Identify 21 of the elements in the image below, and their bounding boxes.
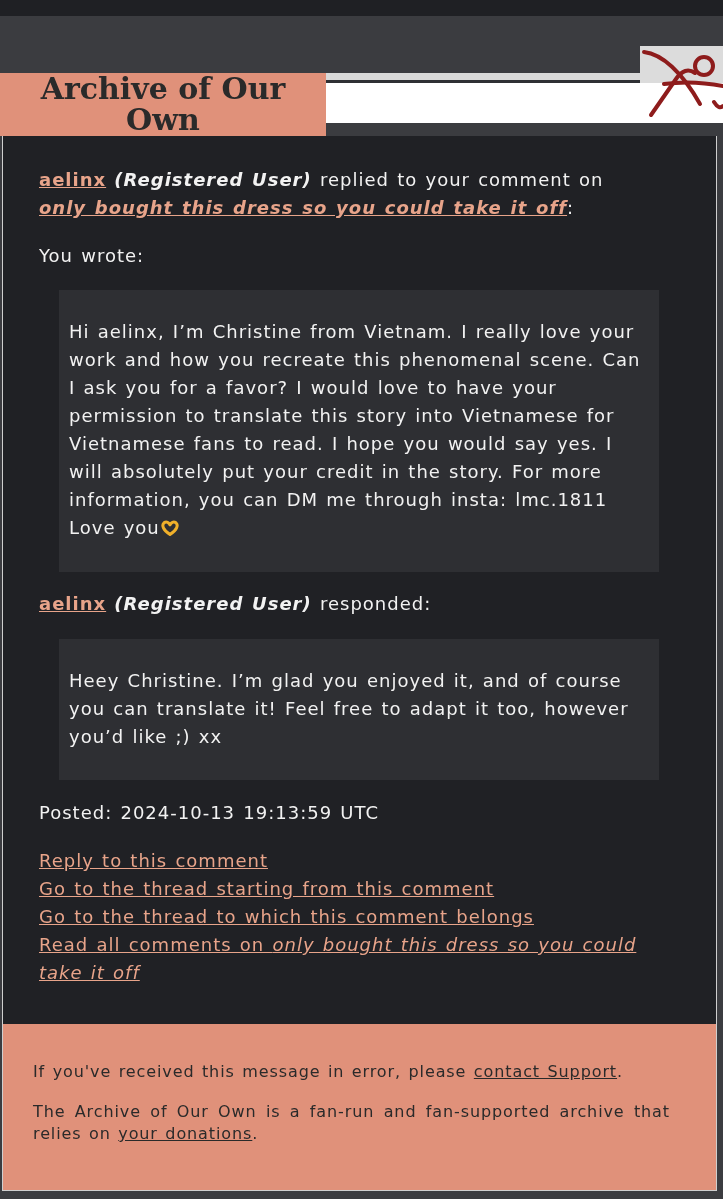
support-link[interactable]: contact Support xyxy=(473,1062,618,1081)
response-text: Heey Christine. I’m glad you enjoyed it, and of course you can translate it! Feel free to adapt it too, however you’d like ;) xx xyxy=(69,669,630,749)
heart-icon xyxy=(159,520,180,536)
action-link[interactable]: Reply to this comment xyxy=(39,847,268,875)
sign-off-text: Love you xyxy=(69,516,160,540)
site-title[interactable]: Archive of Our Own xyxy=(0,73,326,136)
reply-notice: aelinx (Registered User) replied to your comment on only bought this dress so you could take it off: xyxy=(39,168,605,220)
username-link[interactable]: aelinx xyxy=(39,593,107,614)
work-title-link[interactable]: only bought this dress so you could take it off xyxy=(39,197,568,218)
footer-notice: If you've received this message in error, please contact Support. xyxy=(33,1061,625,1083)
response-notice: aelinx (Registered User) responded: xyxy=(39,592,433,616)
username-link[interactable]: aelinx xyxy=(39,169,107,190)
action-link[interactable]: Go to the thread starting from this comment xyxy=(39,875,495,903)
action-link[interactable]: Read all comments on only bought this dress so you could take it off xyxy=(39,931,679,987)
donations-link[interactable]: your donations xyxy=(118,1124,253,1143)
action-link[interactable]: Go to the thread to which this comment belongs xyxy=(39,903,534,931)
footer-about: The Archive of Our Own is a fan-run and fan-supported archive that relies on your donations. xyxy=(33,1101,670,1145)
quoted-comment-text: Hi aelinx, I’m Christine from Vietnam. I really love your work and how you recreate this phenomenal scene. Can I ask you for a favor? I would love to have your permission to translate this story into Vietnamese for Vietnamese fans to read. I hope you would say yes. I will absolutely put your credit in the story. For more information, you can DM me through insta: lmc.1811 xyxy=(69,320,642,512)
posted-timestamp: Posted: 2024-10-13 19:13:59 UTC xyxy=(39,801,381,825)
quote-label: You wrote: xyxy=(39,244,146,268)
site-logo-icon[interactable] xyxy=(640,46,723,123)
